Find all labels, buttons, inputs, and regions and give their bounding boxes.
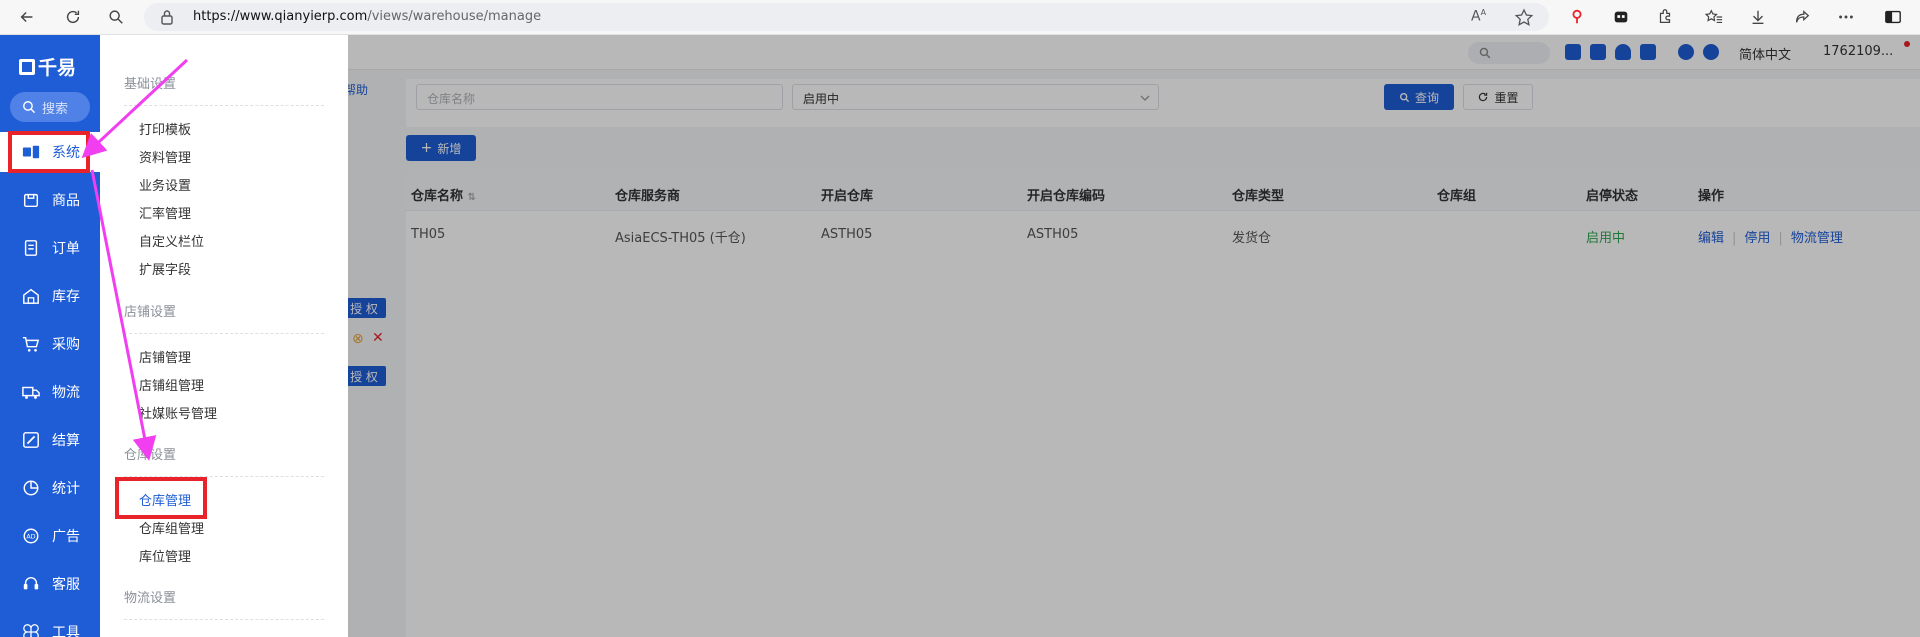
- sidebar-item-logistics[interactable]: 物流: [0, 372, 100, 412]
- more-options-icon[interactable]: [1833, 4, 1859, 30]
- logo-mark-icon: [19, 58, 35, 75]
- modal-overlay[interactable]: [348, 35, 1920, 637]
- menu-item-extended-fields[interactable]: 扩展字段: [139, 259, 191, 278]
- group-title-store: 店铺设置: [124, 305, 177, 320]
- menu-item-warehouse-group-management[interactable]: 仓库组管理: [139, 518, 204, 537]
- url-text: https://www.qianyierp.com/views/warehous…: [193, 9, 542, 24]
- divider: [124, 105, 324, 106]
- read-aloud-icon[interactable]: AA: [1471, 8, 1491, 28]
- app-logo[interactable]: 千易: [19, 53, 76, 80]
- pie-chart-icon: [23, 480, 39, 496]
- extensions-puzzle-icon[interactable]: [1652, 4, 1678, 30]
- settlement-icon: [23, 432, 39, 448]
- sidebar-toggle-icon[interactable]: [1880, 4, 1906, 30]
- menu-item-exchange-rate[interactable]: 汇率管理: [139, 203, 191, 222]
- browser-toolbar: https://www.qianyierp.com/views/warehous…: [0, 0, 1920, 35]
- sidebar-search[interactable]: 搜索: [10, 92, 90, 122]
- divider: [124, 619, 324, 620]
- search-icon: [23, 101, 36, 114]
- favorite-star-icon[interactable]: [1514, 8, 1534, 28]
- share-icon[interactable]: [1789, 4, 1815, 30]
- svg-text:AD: AD: [26, 534, 35, 541]
- back-icon[interactable]: [14, 4, 40, 30]
- cart-icon: [22, 336, 40, 352]
- sidebar-item-order[interactable]: 订单: [0, 228, 100, 268]
- menu-item-store-management[interactable]: 店铺管理: [139, 347, 191, 366]
- truck-icon: [22, 386, 40, 399]
- extension-red-icon[interactable]: [1564, 4, 1590, 30]
- group-title-warehouse: 仓库设置: [124, 448, 177, 463]
- sidebar-item-ads[interactable]: AD 广告: [0, 516, 100, 556]
- sidebar: 千易 搜索 系统 商品 订单 库存 采购 物流 结算 统计 AD 广告 客服 工…: [0, 35, 100, 637]
- order-icon: [24, 240, 38, 256]
- highlight-box-system: [8, 131, 90, 173]
- ad-icon: AD: [23, 528, 39, 544]
- support-icon: [23, 577, 39, 590]
- group-title-basic: 基础设置: [124, 77, 177, 92]
- goods-icon: [23, 193, 39, 208]
- menu-item-print-template[interactable]: 打印模板: [139, 119, 191, 138]
- menu-item-store-group-management[interactable]: 店铺组管理: [139, 375, 204, 394]
- menu-item-custom-fields[interactable]: 自定义栏位: [139, 231, 204, 250]
- sidebar-item-support[interactable]: 客服: [0, 564, 100, 604]
- download-icon[interactable]: [1745, 4, 1771, 30]
- menu-item-business-settings[interactable]: 业务设置: [139, 175, 191, 194]
- search-icon[interactable]: [103, 4, 129, 30]
- menu-item-social-accounts[interactable]: 社媒账号管理: [139, 403, 217, 422]
- menu-item-data-management[interactable]: 资料管理: [139, 147, 191, 166]
- extension-app-icon[interactable]: [1608, 4, 1634, 30]
- favorites-list-icon[interactable]: [1701, 4, 1727, 30]
- inventory-icon: [23, 288, 39, 304]
- divider: [124, 333, 324, 334]
- menu-item-location-management[interactable]: 库位管理: [139, 546, 191, 565]
- refresh-icon[interactable]: [60, 4, 86, 30]
- lock-icon: [161, 10, 173, 25]
- sidebar-item-goods[interactable]: 商品: [0, 180, 100, 220]
- sidebar-item-purchase[interactable]: 采购: [0, 324, 100, 364]
- sidebar-item-statistics[interactable]: 统计: [0, 468, 100, 508]
- sidebar-item-tools[interactable]: 工具: [0, 612, 100, 637]
- sidebar-item-inventory[interactable]: 库存: [0, 276, 100, 316]
- tools-icon: [23, 624, 39, 637]
- group-title-logistics: 物流设置: [124, 591, 177, 606]
- sidebar-item-settlement[interactable]: 结算: [0, 420, 100, 460]
- app-root: 简体中文 1762109... 帮助 仓库名称 启用中 查询 重置 + 新增 授…: [0, 35, 1920, 637]
- address-bar[interactable]: https://www.qianyierp.com/views/warehous…: [144, 3, 1549, 31]
- system-flyout-menu: 基础设置 打印模板 资料管理 业务设置 汇率管理 自定义栏位 扩展字段 店铺设置…: [100, 35, 348, 637]
- highlight-box-warehouse-management: [115, 477, 207, 519]
